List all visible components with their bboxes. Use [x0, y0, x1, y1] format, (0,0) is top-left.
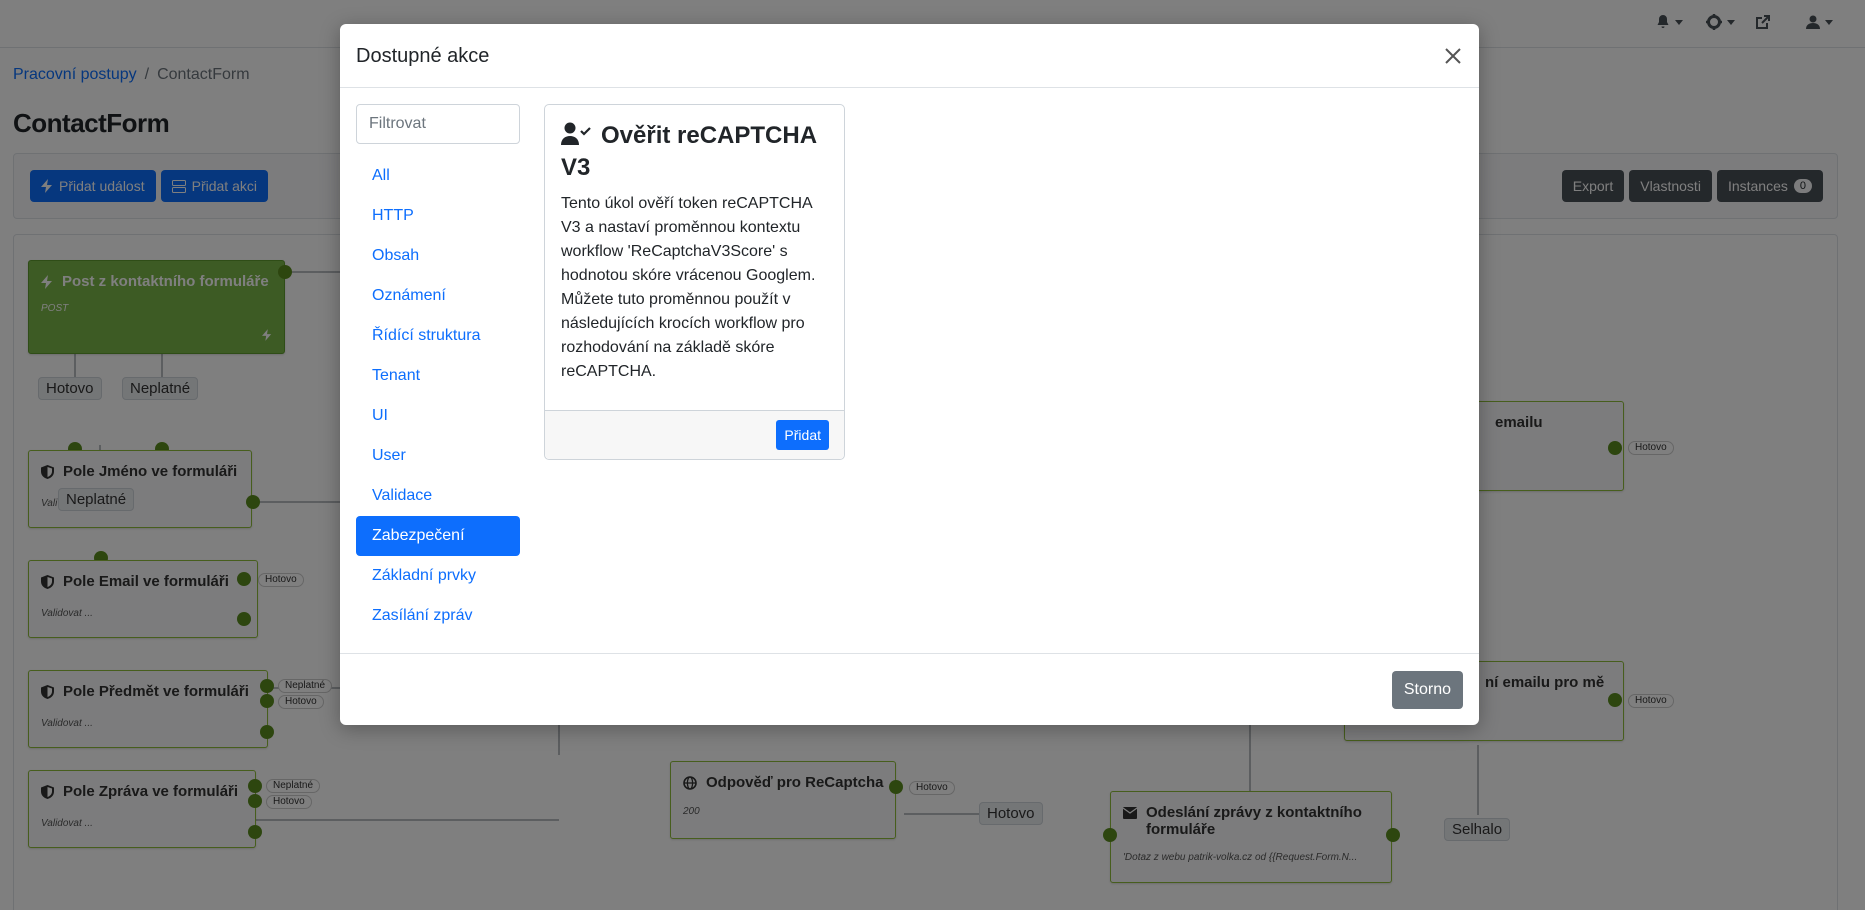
action-card-footer: Přidat	[545, 410, 844, 459]
category-item-http[interactable]: HTTP	[356, 196, 520, 236]
available-actions-modal: Dostupné akce All HTTP Obsah Oznámení Ří…	[340, 24, 1479, 725]
action-card-description: Tento úkol ověří token reCAPTCHA V3 a na…	[561, 195, 816, 380]
filter-input[interactable]	[356, 104, 520, 144]
close-icon	[1445, 48, 1461, 64]
modal-title: Dostupné akce	[356, 45, 490, 67]
category-item-zabezpeceni[interactable]: Zabezpečení	[356, 516, 520, 556]
action-card-title: Ověřit reCAPTCHA V3	[561, 122, 817, 181]
category-item-all[interactable]: All	[356, 156, 520, 196]
close-button[interactable]	[1441, 44, 1465, 68]
action-card: Ověřit reCAPTCHA V3 Tento úkol ověří tok…	[544, 104, 845, 460]
category-item-zakladni-prvky[interactable]: Základní prvky	[356, 556, 520, 596]
category-item-oznameni[interactable]: Oznámení	[356, 276, 520, 316]
modal-header: Dostupné akce	[340, 24, 1479, 88]
category-list: All HTTP Obsah Oznámení Řídící struktura…	[356, 156, 520, 636]
action-card-title-row: Ověřit reCAPTCHA V3	[561, 121, 828, 182]
category-item-obsah[interactable]: Obsah	[356, 236, 520, 276]
category-item-ridici-struktura[interactable]: Řídící struktura	[356, 316, 520, 356]
category-item-ui[interactable]: UI	[356, 396, 520, 436]
category-item-zasilani-zprav[interactable]: Zasílání zpráv	[356, 596, 520, 636]
cancel-button[interactable]: Storno	[1391, 671, 1463, 709]
user-check-icon	[561, 122, 591, 153]
category-item-tenant[interactable]: Tenant	[356, 356, 520, 396]
modal-body: All HTTP Obsah Oznámení Řídící struktura…	[340, 88, 1479, 653]
modal-footer: Storno	[340, 653, 1479, 725]
category-item-validace[interactable]: Validace	[356, 476, 520, 516]
category-item-user[interactable]: User	[356, 436, 520, 476]
add-action-card-button[interactable]: Přidat	[776, 420, 829, 450]
